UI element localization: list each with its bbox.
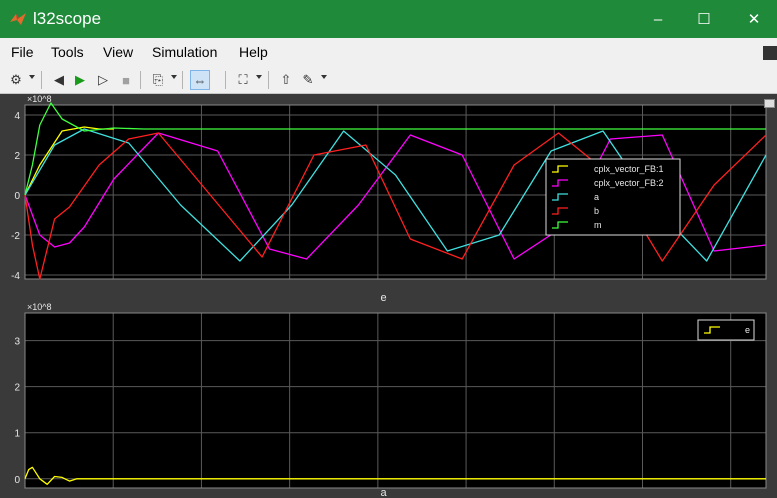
menu-simulation[interactable]: Simulation	[152, 44, 217, 60]
legend-label: a	[594, 192, 599, 202]
menu-bar: File Tools View Simulation Help	[0, 38, 777, 66]
zoom-x-icon[interactable]: ⇔	[190, 70, 210, 90]
legend-label: cplx_vector_FB:2	[594, 178, 664, 188]
step-back-icon[interactable]: ◀	[49, 70, 69, 90]
stop-icon[interactable]: ■	[116, 70, 136, 90]
maximize-button[interactable]: ☐	[681, 0, 727, 38]
plot-background	[25, 313, 766, 488]
chevron-down-icon[interactable]	[321, 75, 327, 79]
title-bar: l32scope – ☐ ✕	[0, 0, 777, 38]
scope-plot-area[interactable]: 4 2 0 -2 -4 ×10^8 e cplx_vector_FB:1 cplx_vector…	[0, 95, 777, 498]
menu-view[interactable]: View	[103, 44, 133, 60]
run-icon[interactable]: ▶	[70, 70, 90, 90]
legend-label: m	[594, 220, 602, 230]
legend-label: e	[745, 325, 750, 335]
scope-plots[interactable]: 4 2 0 -2 -4 ×10^8 e cplx_vector_FB:1 cplx_vector…	[0, 95, 777, 498]
y-tick-label: 2	[14, 151, 20, 162]
window-title: l32scope	[33, 9, 102, 28]
y-tick-label: 2	[14, 383, 20, 394]
settings-gear-icon[interactable]: ⚙	[6, 70, 26, 90]
highlight-signal-icon[interactable]: ⎘	[148, 70, 168, 90]
legend-label: cplx_vector_FB:1	[594, 164, 664, 174]
toolbar-separator	[225, 71, 226, 89]
menu-tools[interactable]: Tools	[51, 44, 84, 60]
y-tick-label: 0	[14, 191, 20, 202]
menu-file[interactable]: File	[11, 44, 34, 60]
chevron-down-icon[interactable]	[256, 75, 262, 79]
close-button[interactable]: ✕	[731, 0, 777, 38]
plot-title: e	[380, 292, 386, 304]
cursor-measure-icon[interactable]: ⇧	[276, 70, 296, 90]
menu-help[interactable]: Help	[239, 44, 268, 60]
axis-exponent-label: ×10^8	[27, 95, 52, 104]
y-tick-label: 3	[14, 337, 20, 348]
matlab-icon	[10, 13, 26, 25]
minimize-button[interactable]: –	[635, 0, 681, 38]
legend-label: b	[594, 206, 599, 216]
y-tick-label: -2	[11, 231, 20, 242]
chevron-down-icon[interactable]	[29, 75, 35, 79]
style-edit-icon[interactable]: ✎	[298, 70, 318, 90]
dock-icon[interactable]	[763, 46, 777, 60]
toolbar-separator	[140, 71, 141, 89]
chevron-down-icon[interactable]	[171, 75, 177, 79]
y-tick-label: 1	[14, 429, 20, 440]
y-tick-label: -4	[11, 271, 20, 282]
undock-icon[interactable]	[764, 99, 775, 108]
fit-to-view-icon[interactable]: ⛶	[233, 70, 253, 90]
y-tick-label: 4	[14, 111, 20, 122]
axis-exponent-label: ×10^8	[27, 302, 52, 312]
y-tick-label: 0	[14, 475, 20, 486]
step-forward-icon[interactable]: ▷	[93, 70, 113, 90]
plot-title: a	[380, 487, 387, 498]
toolbar-separator	[182, 71, 183, 89]
toolbar-separator	[268, 71, 269, 89]
toolbar-separator	[41, 71, 42, 89]
toolbar: ⚙ ◀ ▶ ▷ ■ ⎘ ⇔ ⛶ ⇧ ✎	[0, 66, 777, 94]
